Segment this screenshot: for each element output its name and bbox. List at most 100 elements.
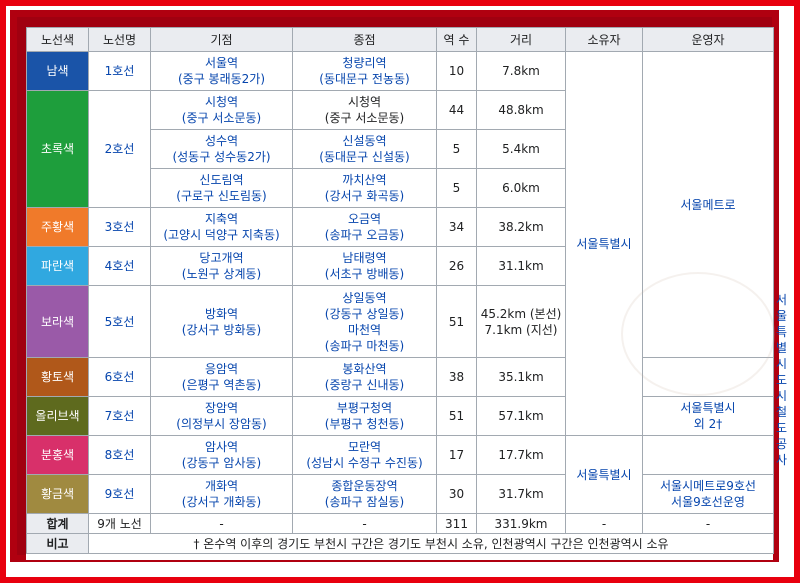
station-count: 26 bbox=[436, 246, 477, 286]
line-distance: 57.1km bbox=[476, 396, 566, 436]
station-count: 5 bbox=[436, 129, 477, 169]
line-name-link[interactable]: 1호선 bbox=[88, 51, 151, 91]
line-distance: 31.7km bbox=[476, 474, 566, 514]
end-station: 시청역 (중구 서소문동) bbox=[292, 90, 437, 130]
line-name-link[interactable]: 5호선 bbox=[88, 285, 151, 358]
operator-seoul-metro[interactable]: 서울메트로 bbox=[642, 51, 774, 358]
station-link[interactable]: 응암역 bbox=[205, 362, 238, 376]
line-distance: 5.4km bbox=[476, 129, 566, 169]
station-link[interactable]: 지축역 bbox=[205, 212, 238, 226]
header-owner: 소유자 bbox=[565, 27, 643, 52]
line-color-badge: 주황색 bbox=[26, 207, 89, 247]
line-name-link[interactable]: 7호선 bbox=[88, 396, 151, 436]
station-link[interactable]: 신도림역 bbox=[199, 173, 243, 187]
station-location: (중구 봉래동2가) bbox=[177, 72, 266, 86]
station-link[interactable]: 봉화산역 bbox=[342, 362, 386, 376]
operator-l9[interactable]: 서울시메트로9호선 서울9호선운영 bbox=[642, 474, 774, 514]
start-station: 개화역 (강서구 개화동) bbox=[150, 474, 293, 514]
operator-name-line2: 서울9호선운영 bbox=[671, 495, 745, 509]
line-name-link[interactable]: 6호선 bbox=[88, 357, 151, 397]
end-station: 남태령역 (서초구 방배동) bbox=[292, 246, 437, 286]
station-link[interactable]: 장암역 bbox=[205, 401, 238, 415]
distance-main: 45.2km (본선) bbox=[480, 306, 562, 321]
station-link[interactable]: 신설동역 bbox=[342, 134, 386, 148]
station-link[interactable]: 방화역 bbox=[205, 307, 238, 321]
station-count: 34 bbox=[436, 207, 477, 247]
line-color-badge: 파란색 bbox=[26, 246, 89, 286]
station-count: 51 bbox=[436, 285, 477, 358]
header-line-name: 노선명 bbox=[88, 27, 151, 52]
header-start: 기점 bbox=[150, 27, 293, 52]
station-link[interactable]: 종합운동장역 bbox=[331, 479, 397, 493]
line-distance: 38.2km bbox=[476, 207, 566, 247]
station-location: (강동구 암사동) bbox=[181, 456, 262, 470]
station-link[interactable]: 마천역 bbox=[348, 323, 381, 337]
end-station: 까치산역 (강서구 화곡동) bbox=[292, 168, 437, 208]
station-location: (성남시 수정구 수진동) bbox=[306, 456, 423, 470]
owner-l7[interactable]: 서울특별시 외 2† bbox=[642, 396, 774, 436]
station-count: 5 bbox=[436, 168, 477, 208]
line-distance: 35.1km bbox=[476, 357, 566, 397]
station-link[interactable]: 청량리역 bbox=[342, 56, 386, 70]
total-stations: 311 bbox=[436, 513, 477, 534]
line-distance: 48.8km bbox=[476, 90, 566, 130]
station-link[interactable]: 남태령역 bbox=[342, 251, 386, 265]
line-color-badge: 남색 bbox=[26, 51, 89, 91]
line-distance: 45.2km (본선) 7.1km (지선) bbox=[476, 285, 566, 358]
station-count: 17 bbox=[436, 435, 477, 475]
station-location: (중구 서소문동) bbox=[181, 111, 262, 125]
line-color-badge: 올리브색 bbox=[26, 396, 89, 436]
station-location: (고양시 덕양구 지축동) bbox=[163, 228, 280, 242]
station-link[interactable]: 모란역 bbox=[348, 440, 381, 454]
line-name-link[interactable]: 8호선 bbox=[88, 435, 151, 475]
station-location: (강서구 방화동) bbox=[181, 322, 262, 337]
owner-l89[interactable]: 서울특별시 bbox=[565, 435, 643, 514]
station-link[interactable]: 성수역 bbox=[205, 134, 238, 148]
line-name-link[interactable]: 3호선 bbox=[88, 207, 151, 247]
end-station: 청량리역 (동대문구 전농동) bbox=[292, 51, 437, 91]
station-link[interactable]: 시청역 bbox=[205, 95, 238, 109]
station-location: (부평구 청천동) bbox=[324, 417, 405, 431]
station-name: 시청역 bbox=[347, 95, 382, 109]
operator-name-line1: 서울특별시 bbox=[776, 293, 788, 371]
end-station: 종합운동장역 (송파구 잠실동) bbox=[292, 474, 437, 514]
station-link[interactable]: 당고개역 bbox=[199, 251, 243, 265]
table-row: 분홍색 8호선 암사역 (강동구 암사동) 모란역 (성남시 수정구 수진동) 17… bbox=[26, 435, 774, 514]
subway-line-table: 노선색 노선명 기점 종점 역 수 거리 소유자 운영자 남색 1호선 서울역 (… bbox=[26, 27, 787, 554]
station-link[interactable]: 까치산역 bbox=[342, 173, 386, 187]
station-link[interactable]: 오금역 bbox=[348, 212, 381, 226]
total-start: - bbox=[150, 513, 293, 534]
line-name-link[interactable]: 9호선 bbox=[88, 474, 151, 514]
station-location: (강동구 상일동) bbox=[324, 306, 405, 321]
station-count: 44 bbox=[436, 90, 477, 130]
line-name-link[interactable]: 2호선 bbox=[88, 90, 151, 208]
line-distance: 17.7km bbox=[476, 435, 566, 475]
start-station: 암사역 (강동구 암사동) bbox=[150, 435, 293, 475]
note-row: 비고 † 온수역 이후의 경기도 부천시 구간은 경기도 부천시 소유, 인천광… bbox=[26, 533, 774, 554]
total-label: 합계 bbox=[26, 513, 89, 534]
line-distance: 31.1km bbox=[476, 246, 566, 286]
start-station: 지축역 (고양시 덕양구 지축동) bbox=[150, 207, 293, 247]
station-link[interactable]: 부평구청역 bbox=[337, 401, 392, 415]
line-distance: 7.8km bbox=[476, 51, 566, 91]
station-link[interactable]: 개화역 bbox=[205, 479, 238, 493]
start-station: 장암역 (의정부시 장암동) bbox=[150, 396, 293, 436]
table-row: 황토색 6호선 응암역 (은평구 역촌동) 봉화산역 (중랑구 신내동) 38 35… bbox=[26, 357, 774, 397]
start-station: 방화역 (강서구 방화동) bbox=[150, 285, 293, 358]
header-stations: 역 수 bbox=[436, 27, 477, 52]
owner-seoul[interactable]: 서울특별시 bbox=[565, 51, 643, 436]
station-link[interactable]: 암사역 bbox=[205, 440, 238, 454]
end-station: 봉화산역 (중랑구 신내동) bbox=[292, 357, 437, 397]
total-end: - bbox=[292, 513, 437, 534]
start-station: 성수역 (성동구 성수동2가) bbox=[150, 129, 293, 169]
line-name-link[interactable]: 4호선 bbox=[88, 246, 151, 286]
end-station: 상일동역 (강동구 상일동) 마천역 (송파구 마천동) bbox=[292, 285, 437, 358]
total-operator: - bbox=[642, 513, 774, 534]
line-color-badge: 황금색 bbox=[26, 474, 89, 514]
end-station: 오금역 (송파구 오금동) bbox=[292, 207, 437, 247]
station-link[interactable]: 서울역 bbox=[205, 56, 238, 70]
station-link[interactable]: 상일동역 bbox=[342, 291, 386, 305]
station-location: (노원구 상계동) bbox=[181, 267, 262, 281]
station-location: (송파구 잠실동) bbox=[324, 495, 405, 509]
note-text: † 온수역 이후의 경기도 부천시 구간은 경기도 부천시 소유, 인천광역시 … bbox=[88, 533, 774, 554]
